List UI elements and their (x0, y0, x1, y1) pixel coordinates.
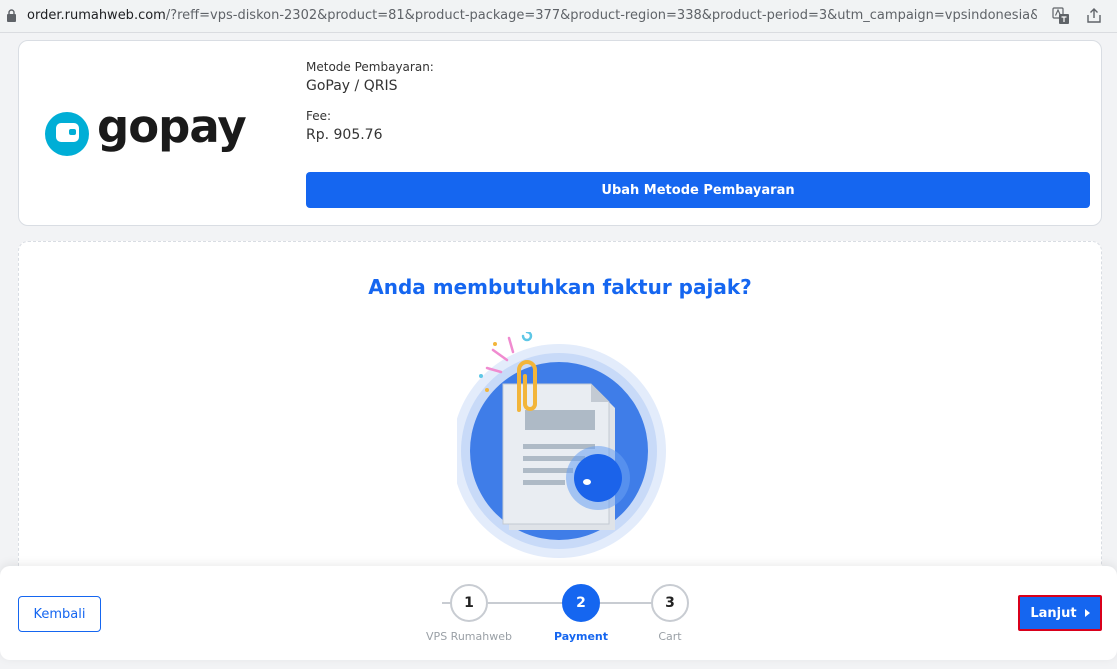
tax-invoice-card: Anda membutuhkan faktur pajak? (18, 241, 1102, 581)
checkout-stepper: 1 VPS Rumahweb 2 Payment 3 Cart (420, 584, 700, 654)
next-button[interactable]: Lanjut (1018, 595, 1102, 631)
gopay-logo-text: gopay (97, 100, 247, 153)
gopay-logo: gopay (45, 100, 251, 163)
wallet-icon (56, 123, 79, 142)
page-content: gopay Metode Pembayaran: GoPay / QRIS Fe… (0, 34, 1117, 669)
tax-document-illustration (457, 332, 666, 558)
address-bar[interactable]: order.rumahweb.com/?reff=vps-diskon-2302… (0, 0, 1117, 33)
step-connector-1 (488, 602, 562, 604)
step-connector-2 (600, 602, 652, 604)
step-3-label: Cart (658, 630, 682, 643)
bottom-navigation-bar: Kembali 1 VPS Rumahweb 2 Payment 3 Cart … (0, 566, 1117, 660)
payment-method-card: gopay Metode Pembayaran: GoPay / QRIS Fe… (18, 40, 1102, 226)
lock-icon (7, 9, 16, 22)
step-2-circle[interactable]: 2 (562, 584, 600, 622)
step-3-circle[interactable]: 3 (651, 584, 689, 622)
share-icon[interactable] (1085, 7, 1103, 25)
back-button[interactable]: Kembali (18, 596, 101, 632)
translate-icon[interactable] (1052, 7, 1070, 25)
step-1-circle[interactable]: 1 (450, 584, 488, 622)
chevron-right-icon (1084, 609, 1090, 617)
url-host: order.rumahweb.com (27, 8, 166, 23)
url-text[interactable]: order.rumahweb.com/?reff=vps-diskon-2302… (27, 7, 1037, 25)
change-payment-method-button[interactable]: Ubah Metode Pembayaran (306, 172, 1090, 208)
payment-method-label: Metode Pembayaran: (306, 60, 434, 74)
tax-invoice-question: Anda membutuhkan faktur pajak? (368, 275, 752, 299)
fee-label: Fee: (306, 109, 332, 123)
step-1-label: VPS Rumahweb (426, 630, 512, 643)
next-button-label: Lanjut (1030, 605, 1077, 621)
payment-method-value: GoPay / QRIS (306, 78, 398, 94)
url-path: /?reff=vps-diskon-2302&product=81&produc… (165, 8, 1037, 23)
fee-value: Rp. 905.76 (306, 127, 383, 143)
